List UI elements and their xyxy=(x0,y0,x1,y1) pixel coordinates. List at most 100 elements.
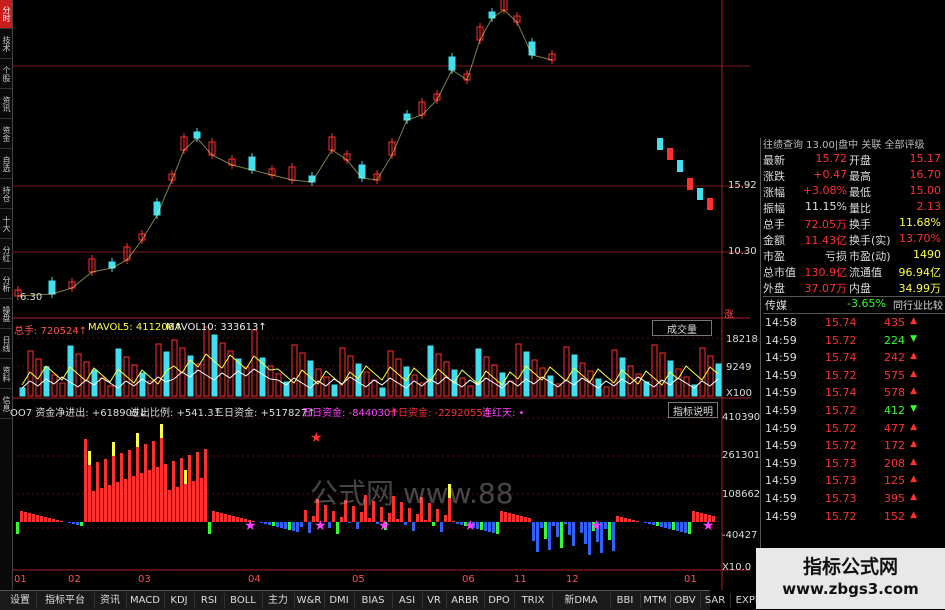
panel-title: 往绩查询 13.00|盘中 关联 全部评级 xyxy=(763,140,925,151)
moving-average-line xyxy=(17,9,553,297)
indicator-bar xyxy=(608,522,611,540)
volume-bar xyxy=(163,351,170,397)
up-arrow-icon: ▲ xyxy=(910,351,917,362)
indicator-bar xyxy=(188,455,191,522)
indicator-bar xyxy=(208,522,211,534)
left-tab-0[interactable]: 分时 xyxy=(0,0,12,29)
indicator-tab-arbr[interactable]: ARBR xyxy=(446,593,485,608)
indicator-tab-dpo[interactable]: DPO xyxy=(484,593,515,608)
site-banner: 指标公式网 www.zbgs3.com xyxy=(756,548,945,609)
indicator-tab-dma[interactable]: 新DMA xyxy=(552,593,611,608)
date-label: 12 xyxy=(566,574,579,585)
date-label: 01 xyxy=(684,574,697,585)
indicator-tab-boll[interactable]: BOLL xyxy=(224,593,263,608)
left-tab-1[interactable]: 技术 xyxy=(0,30,12,59)
volume-bar xyxy=(539,367,546,397)
left-tab-10[interactable]: 操盘 xyxy=(0,300,12,329)
indicator-tab-mtm[interactable]: MTM xyxy=(640,593,671,608)
left-tab-12[interactable]: 资料 xyxy=(0,360,12,389)
trade-volume: 224 xyxy=(884,333,905,347)
indicator-tab-bbi[interactable]: BBI xyxy=(610,593,641,608)
indicator-bar xyxy=(512,514,515,522)
indicator-tab-bias[interactable]: BIAS xyxy=(354,593,393,608)
left-tab-11[interactable]: 日线 xyxy=(0,330,12,359)
indicator-bar xyxy=(504,512,507,522)
indicator-bar xyxy=(500,511,503,522)
price-candle xyxy=(153,201,161,216)
left-tab-7[interactable]: 十大 xyxy=(0,210,12,239)
indicator-tab-asi[interactable]: ASI xyxy=(392,593,423,608)
indicator-bar xyxy=(40,516,43,522)
indicator-bar xyxy=(260,522,263,523)
quote-value: 2.13 xyxy=(916,200,942,213)
sector-compare-link[interactable]: 同行业比较 xyxy=(893,297,943,312)
quote-label: 换手 xyxy=(849,218,871,231)
indicator-help-button[interactable]: 指标说明 xyxy=(668,402,718,418)
indicator-tab-obv[interactable]: OBV xyxy=(670,593,701,608)
star-marker-icon: ★ xyxy=(702,518,715,534)
up-arrow-icon: ▲ xyxy=(910,492,917,502)
indicator-three-label: 三日资金: +517827↑ xyxy=(214,408,316,419)
indicator-tab-vr[interactable]: VR xyxy=(422,593,447,608)
indicator-tab-kdj[interactable]: KDJ xyxy=(164,593,195,608)
indicator-bar xyxy=(296,522,299,532)
volume-bar xyxy=(435,353,442,397)
indicator-tab-[interactable]: 资讯 xyxy=(94,593,127,608)
indicator-bar xyxy=(484,522,487,531)
volume-bar xyxy=(395,358,402,397)
left-tab-2[interactable]: 个股 xyxy=(0,60,12,89)
indicator-bar xyxy=(36,515,39,522)
indicator-bar xyxy=(332,511,335,522)
indicator-bar xyxy=(160,438,163,522)
indicator-bar xyxy=(192,481,195,522)
indicator-tab-trix[interactable]: TRIX xyxy=(514,593,553,608)
up-arrow-icon: ▲ xyxy=(910,316,917,326)
star-marker-icon: ★ xyxy=(244,518,257,534)
banner-title: 指标公式网 xyxy=(802,556,898,578)
indicator-tab-wr[interactable]: W&R xyxy=(294,593,325,608)
volume-bar xyxy=(331,384,338,397)
volume-bar xyxy=(131,364,138,397)
trade-time: 14:59 xyxy=(765,386,797,400)
quote-value: +0.47 xyxy=(813,168,847,181)
quote-value: 130.9亿 xyxy=(804,266,848,279)
indicator-bar xyxy=(240,518,243,522)
quote-label: 量比 xyxy=(849,202,871,215)
left-tab-3[interactable]: 资讯 xyxy=(0,90,12,119)
indicator-bar xyxy=(432,522,435,526)
indicator-bar xyxy=(172,461,175,522)
sector-row[interactable]: 传媒 -3.65% 同行业比较 xyxy=(763,296,945,314)
indicator-tab-macd[interactable]: MACD xyxy=(126,593,165,608)
quote-value: 16.70 xyxy=(909,168,942,181)
left-tab-4[interactable]: 资金 xyxy=(0,120,12,149)
trade-price: 15.73 xyxy=(825,456,857,470)
trade-volume: 435 xyxy=(884,316,905,329)
volume-bar xyxy=(347,355,354,397)
indicator-bar xyxy=(496,522,499,534)
indicator-bar xyxy=(56,520,59,522)
indicator-bar xyxy=(424,520,427,522)
indicator-tab-[interactable]: 主力 xyxy=(262,593,295,608)
left-tab-8[interactable]: 分红 xyxy=(0,240,12,269)
indicator-tab-[interactable]: 指标平台 xyxy=(36,593,95,608)
quote-value: 96.94亿 xyxy=(898,266,942,279)
indicator-tab-rsi[interactable]: RSI xyxy=(194,593,225,608)
left-tab-9[interactable]: 分析 xyxy=(0,270,12,299)
indicator-bar xyxy=(572,522,575,546)
volume-bar xyxy=(475,348,482,397)
mavol10-line xyxy=(21,368,719,389)
trade-time: 14:59 xyxy=(765,456,797,470)
indicator-bar xyxy=(180,458,183,522)
volume-dropdown[interactable]: 成交量 xyxy=(652,320,712,336)
volume-bar xyxy=(563,346,570,397)
indicator-tab-sar[interactable]: SAR xyxy=(700,593,731,608)
indicator-bar xyxy=(656,522,659,526)
left-tab-6[interactable]: 持仓 xyxy=(0,180,12,209)
trade-price: 15.72 xyxy=(825,333,857,347)
volume-bar xyxy=(107,385,114,397)
indicator-tab-[interactable]: 设置 xyxy=(4,593,37,608)
indicator-bar xyxy=(28,513,31,522)
indicator-tab-dmi[interactable]: DMI xyxy=(324,593,355,608)
left-tab-5[interactable]: 自选 xyxy=(0,150,12,179)
trade-price: 15.72 xyxy=(825,421,857,435)
